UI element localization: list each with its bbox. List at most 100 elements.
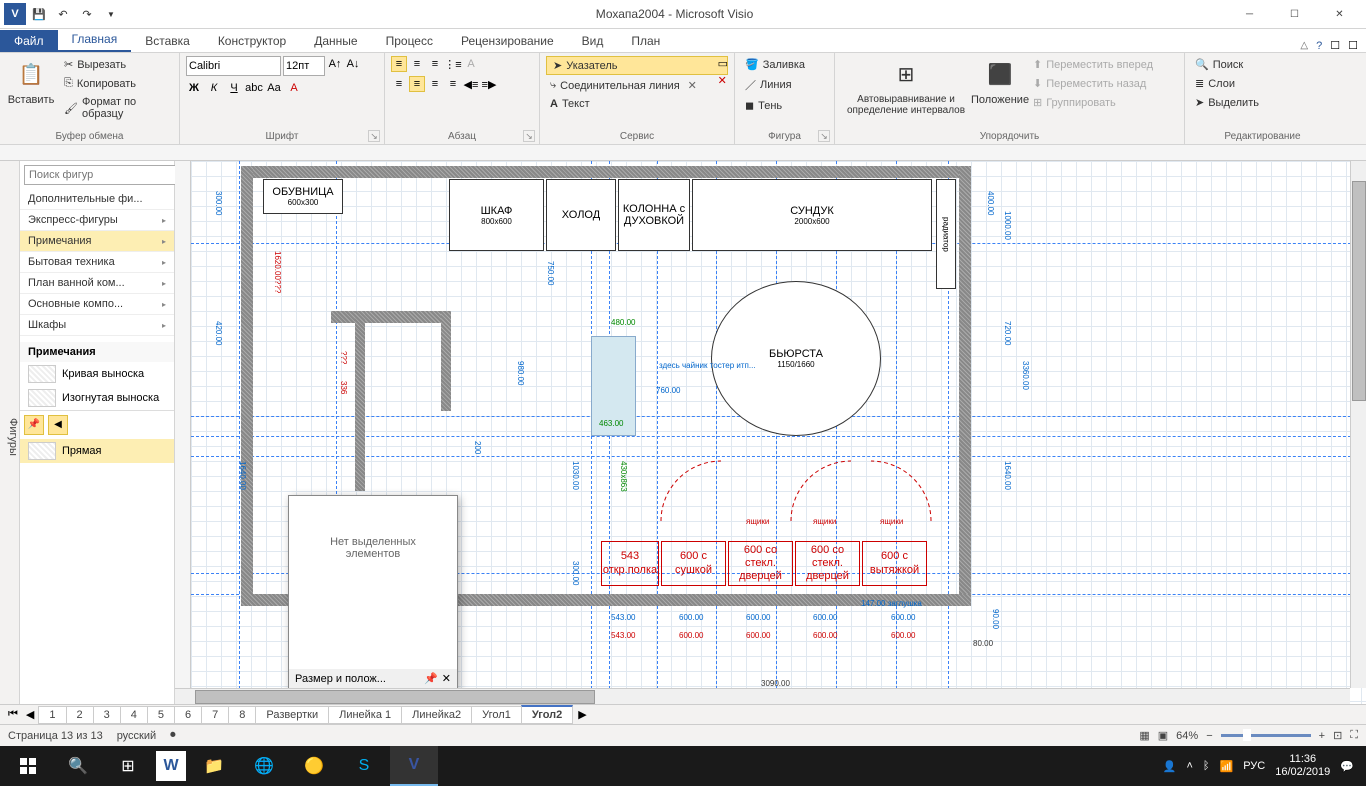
align-center-icon[interactable]: ≡ xyxy=(409,76,425,92)
line-button[interactable]: ／Линия xyxy=(741,75,828,95)
qat-dropdown-icon[interactable]: ▼ xyxy=(100,3,122,25)
page-tab[interactable]: Развертки xyxy=(255,706,329,724)
shape-category[interactable]: Основные компо...▸ xyxy=(20,294,174,315)
file-tab[interactable]: Файл xyxy=(0,30,58,52)
skype-icon[interactable]: S xyxy=(340,746,388,786)
align-left-icon[interactable]: ≡ xyxy=(391,76,407,92)
page-tab[interactable]: Линейка2 xyxy=(401,706,472,724)
group-button[interactable]: ⊞Группировать xyxy=(1029,94,1157,111)
text-tool-button[interactable]: AТекст xyxy=(546,96,728,112)
search-icon[interactable]: 🔍 xyxy=(54,746,102,786)
tab-data[interactable]: Данные xyxy=(300,30,371,52)
indent-dec-icon[interactable]: ◀≡ xyxy=(463,76,479,92)
furniture-fridge[interactable]: ХОЛОД xyxy=(546,179,616,251)
ribbon-close-icon[interactable]: ☐ xyxy=(1348,39,1358,52)
paragraph-dialog-icon[interactable]: ↘ xyxy=(523,130,535,142)
furniture-column[interactable]: КОЛОННА с ДУХОВКОЙ xyxy=(618,179,690,251)
font-color-icon[interactable]: A xyxy=(286,80,302,96)
shape-category[interactable]: Бытовая техника▸ xyxy=(20,252,174,273)
align-middle-icon[interactable]: ≡ xyxy=(409,56,425,72)
page-tab[interactable]: 8 xyxy=(228,706,256,724)
tray-up-icon[interactable]: ˄ xyxy=(1186,760,1192,772)
maximize-button[interactable]: ☐ xyxy=(1272,0,1317,28)
visio-icon[interactable]: V xyxy=(4,3,26,25)
prev-button[interactable]: ◀ xyxy=(48,415,68,435)
shadow-button[interactable]: ◼Тень xyxy=(741,97,828,114)
scrollbar-horizontal[interactable] xyxy=(175,688,1350,704)
cabinet-box[interactable]: 600 со стекл.дверцей xyxy=(795,541,860,586)
cabinet-box[interactable]: 600 c сушкой xyxy=(661,541,726,586)
align-top-icon[interactable]: ≡ xyxy=(391,56,407,72)
ribbon-options-icon[interactable]: ☐ xyxy=(1330,39,1340,52)
bring-forward-button[interactable]: ⬆Переместить вперед xyxy=(1029,56,1157,73)
shape-item[interactable]: Изогнутая выноска xyxy=(20,386,174,410)
word-icon[interactable]: W xyxy=(156,751,186,781)
shape-category-selected[interactable]: Примечания▸ xyxy=(20,231,174,252)
align-bottom-icon[interactable]: ≡ xyxy=(427,56,443,72)
tab-nav-first[interactable]: ⏮ xyxy=(4,708,22,721)
taskview-icon[interactable]: ⊞ xyxy=(104,746,152,786)
zoom-out-icon[interactable]: − xyxy=(1206,730,1212,742)
layers-button[interactable]: ≣Слои xyxy=(1191,75,1334,92)
furniture-chest[interactable]: СУНДУК 2000х600 xyxy=(692,179,932,251)
furniture-table[interactable]: БЬЮРСТА 1150/1660 xyxy=(711,281,881,436)
shape-category[interactable]: Дополнительные фи... xyxy=(20,189,174,210)
increase-font-icon[interactable]: A↑ xyxy=(327,56,343,72)
shape-item-active[interactable]: Прямая xyxy=(20,439,174,463)
font-dialog-icon[interactable]: ↘ xyxy=(368,130,380,142)
explorer-icon[interactable]: 📁 xyxy=(190,746,238,786)
ribbon-minimize-icon[interactable]: △ xyxy=(1300,40,1308,51)
close-icon[interactable]: ✕ xyxy=(442,672,451,685)
tab-plan[interactable]: План xyxy=(617,30,674,52)
shape-item[interactable]: Кривая выноска xyxy=(20,362,174,386)
cabinet-box[interactable]: 600 свытяжкой xyxy=(862,541,927,586)
tab-home[interactable]: Главная xyxy=(58,28,132,52)
view-mode-icon[interactable]: ▣ xyxy=(1158,729,1168,742)
font-size-input[interactable] xyxy=(283,56,325,76)
indent-inc-icon[interactable]: ≡▶ xyxy=(481,76,497,92)
tab-insert[interactable]: Вставка xyxy=(131,30,204,52)
rect-icon[interactable]: ▭ xyxy=(718,57,728,70)
redo-icon[interactable]: ↷ xyxy=(76,3,98,25)
x-icon[interactable]: ✕ xyxy=(688,79,697,92)
undo-icon[interactable]: ↶ xyxy=(52,3,74,25)
zoom-slider[interactable] xyxy=(1221,734,1311,737)
cabinet-box[interactable]: 543откр.полка xyxy=(601,541,659,586)
strike-icon[interactable]: abc xyxy=(246,80,262,96)
furniture-shoe[interactable]: ОБУВНИЦА 600х300 xyxy=(263,179,343,214)
people-icon[interactable]: 👤 xyxy=(1163,760,1177,773)
page-tab[interactable]: 7 xyxy=(201,706,229,724)
start-button[interactable] xyxy=(4,746,52,786)
send-backward-button[interactable]: ⬇Переместить назад xyxy=(1029,75,1157,92)
find-button[interactable]: 🔍Поиск xyxy=(1191,56,1334,73)
taskbar-clock[interactable]: 11:36 16/02/2019 xyxy=(1275,753,1330,779)
page-tab[interactable]: 5 xyxy=(147,706,175,724)
chrome-icon[interactable]: 🟡 xyxy=(290,746,338,786)
furniture-radiator[interactable]: радиатор xyxy=(936,179,956,289)
autoalign-button[interactable]: ⊞ Автовыравнивание и определение интерва… xyxy=(841,56,971,118)
cut-button[interactable]: ✂Вырезать xyxy=(60,56,173,73)
text-effects-icon[interactable]: Aa xyxy=(266,80,282,96)
fullscreen-icon[interactable]: ⛶ xyxy=(1350,729,1358,742)
bullets-icon[interactable]: ⋮≡ xyxy=(445,56,461,72)
format-painter-button[interactable]: 🖌Формат по образцу xyxy=(60,94,173,122)
shape-category[interactable]: План ванной ком...▸ xyxy=(20,273,174,294)
copy-button[interactable]: ⎘Копировать xyxy=(60,75,173,92)
page-tab[interactable]: 3 xyxy=(93,706,121,724)
shape-category[interactable]: Шкафы▸ xyxy=(20,315,174,336)
size-position-window[interactable]: Нет выделенных элементов Размер и полож.… xyxy=(288,495,458,690)
tab-review[interactable]: Рецензирование xyxy=(447,30,568,52)
shapes-search-input[interactable] xyxy=(24,165,176,185)
bold-icon[interactable]: Ж xyxy=(186,80,202,96)
italic-icon[interactable]: К xyxy=(206,80,222,96)
page-tab[interactable]: 4 xyxy=(120,706,148,724)
close-button[interactable]: ✕ xyxy=(1317,0,1362,28)
font-name-input[interactable] xyxy=(186,56,281,76)
zoom-fit-icon[interactable]: ⊡ xyxy=(1333,729,1342,742)
bluetooth-icon[interactable]: ᛒ xyxy=(1203,760,1210,772)
help-icon[interactable]: ? xyxy=(1316,40,1322,52)
save-icon[interactable]: 💾 xyxy=(28,3,50,25)
edge-icon[interactable]: 🌐 xyxy=(240,746,288,786)
select-button[interactable]: ➤Выделить xyxy=(1191,94,1334,111)
tab-design[interactable]: Конструктор xyxy=(204,30,300,52)
